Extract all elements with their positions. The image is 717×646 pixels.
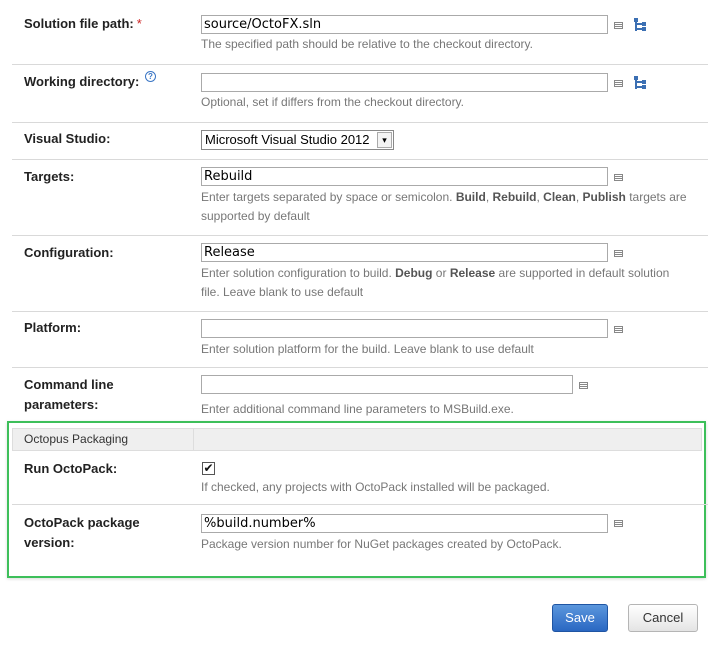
visual-studio-selected: Microsoft Visual Studio 2012 (205, 132, 370, 147)
command-line-label: Command line parameters: (24, 377, 114, 412)
octopus-section-title: Octopus Packaging (12, 428, 702, 451)
platform-input[interactable] (201, 319, 608, 338)
save-button[interactable]: Save (552, 604, 608, 632)
command-line-note: Enter additional command line parameters… (201, 402, 514, 416)
platform-note: Enter solution platform for the build. L… (201, 342, 534, 356)
row-working-directory: Working directory: ? Optional, set if di… (12, 64, 708, 123)
row-configuration: Configuration: Release Enter solution co… (12, 235, 708, 312)
run-octopack-note: If checked, any projects with OctoPack i… (201, 480, 550, 494)
configuration-label: Configuration: (24, 245, 114, 260)
text-editor-icon[interactable] (614, 326, 623, 333)
row-visual-studio: Visual Studio: Microsoft Visual Studio 2… (12, 122, 708, 160)
row-command-line: Command line parameters: Enter additional… (12, 367, 708, 421)
tree-browse-icon[interactable] (634, 18, 646, 31)
section-head-divider (193, 429, 194, 450)
text-editor-icon[interactable] (614, 174, 623, 181)
text-editor-icon[interactable] (614, 250, 623, 257)
row-solution-path: Solution file path: * source/OctoFX.sln T… (12, 0, 708, 65)
run-octopack-label: Run OctoPack: (24, 461, 118, 476)
configuration-input[interactable]: Release (201, 243, 608, 262)
working-directory-note: Optional, set if differs from the checko… (201, 95, 465, 109)
configuration-note: Enter solution configuration to build. D… (201, 266, 670, 299)
dropdown-arrow-icon[interactable]: ▾ (377, 132, 392, 148)
targets-label: Targets: (24, 169, 75, 184)
octopack-version-note: Package version number for NuGet package… (201, 537, 562, 551)
working-directory-label: Working directory: (24, 74, 140, 89)
targets-input[interactable]: Rebuild (201, 167, 608, 186)
visual-studio-select[interactable]: Microsoft Visual Studio 2012 ▾ (201, 130, 394, 150)
checkbox-check-icon: ✔ (203, 461, 214, 475)
octopack-version-input[interactable]: %build.number% (201, 514, 608, 533)
solution-path-label: Solution file path: * (24, 16, 142, 31)
text-editor-icon[interactable] (614, 22, 623, 29)
row-platform: Platform: Enter solution platform for th… (12, 311, 708, 368)
text-editor-icon[interactable] (614, 520, 623, 527)
row-run-octopack: Run OctoPack: ✔ If checked, any projects… (12, 451, 708, 505)
solution-path-note: The specified path should be relative to… (201, 37, 533, 51)
required-marker: * (136, 16, 142, 31)
working-directory-input[interactable] (201, 73, 608, 92)
help-icon[interactable]: ? (145, 71, 156, 82)
text-editor-icon[interactable] (614, 80, 623, 87)
row-octopack-version: OctoPack package version: %build.number% … (12, 505, 708, 565)
visual-studio-label: Visual Studio: (24, 131, 111, 146)
targets-note: Enter targets separated by space or semi… (201, 190, 687, 223)
platform-label: Platform: (24, 320, 82, 335)
solution-path-input[interactable]: source/OctoFX.sln (201, 15, 608, 34)
octopack-version-label: OctoPack package version: (24, 515, 140, 550)
run-octopack-checkbox[interactable]: ✔ (202, 462, 215, 475)
command-line-input[interactable] (201, 375, 573, 394)
tree-browse-icon[interactable] (634, 76, 646, 89)
text-editor-icon[interactable] (579, 382, 588, 389)
cancel-button[interactable]: Cancel (628, 604, 698, 632)
row-targets: Targets: Rebuild Enter targets separated… (12, 159, 708, 236)
